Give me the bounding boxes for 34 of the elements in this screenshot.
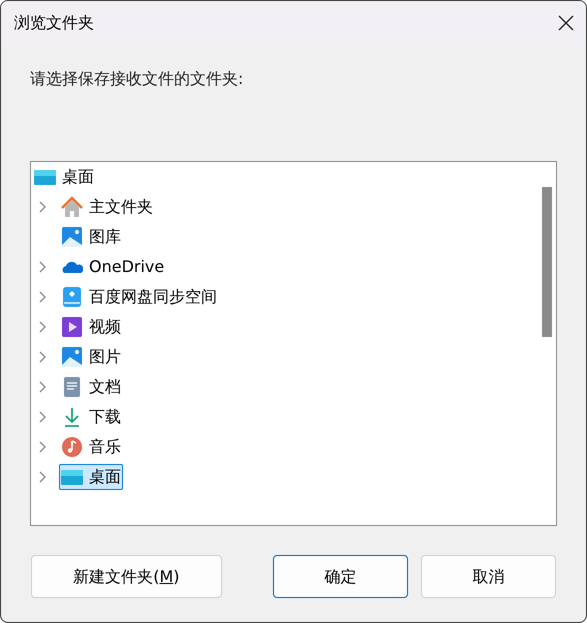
chevron-icon[interactable] xyxy=(39,201,47,213)
tree-item[interactable]: 图片 xyxy=(59,344,123,370)
document-icon xyxy=(61,376,83,398)
tree-item[interactable]: 桌面 xyxy=(59,464,123,490)
house-icon xyxy=(61,196,83,218)
chevron-icon[interactable] xyxy=(39,441,47,453)
tree-item[interactable]: 桌面 xyxy=(32,164,96,190)
chevron-icon[interactable] xyxy=(39,291,47,303)
prompt-text: 请选择保存接收文件的文件夹: xyxy=(30,69,244,88)
tree-item[interactable]: 百度网盘同步空间 xyxy=(59,284,219,310)
chevron-icon[interactable] xyxy=(39,411,47,423)
tree-item[interactable]: 音乐 xyxy=(59,434,123,460)
ok-button[interactable]: 确定 xyxy=(272,555,408,598)
close-icon[interactable] xyxy=(558,15,574,31)
chevron-icon[interactable] xyxy=(39,471,47,483)
drive-icon xyxy=(61,286,83,308)
image-icon xyxy=(61,346,83,368)
cancel-button[interactable]: 取消 xyxy=(420,555,556,598)
chevron-icon[interactable] xyxy=(39,381,47,393)
tree-item[interactable]: OneDrive xyxy=(59,254,166,280)
image-icon xyxy=(61,226,83,248)
chevron-icon[interactable] xyxy=(39,351,47,363)
tree-item[interactable]: 文档 xyxy=(59,374,123,400)
new-folder-button[interactable]: 新建文件夹(M) xyxy=(31,555,222,598)
scrollbar-thumb[interactable] xyxy=(542,187,552,337)
film-icon xyxy=(61,316,83,338)
chevron-icon[interactable] xyxy=(39,321,47,333)
tree-item[interactable]: 主文件夹 xyxy=(59,194,155,220)
chevron-icon[interactable] xyxy=(39,261,47,273)
window-title: 浏览文件夹 xyxy=(14,12,94,34)
tree-item[interactable]: 下载 xyxy=(59,404,123,430)
music-note-icon xyxy=(61,436,83,458)
tree-item[interactable]: 视频 xyxy=(59,314,123,340)
tree-item[interactable]: 图库 xyxy=(59,224,123,250)
